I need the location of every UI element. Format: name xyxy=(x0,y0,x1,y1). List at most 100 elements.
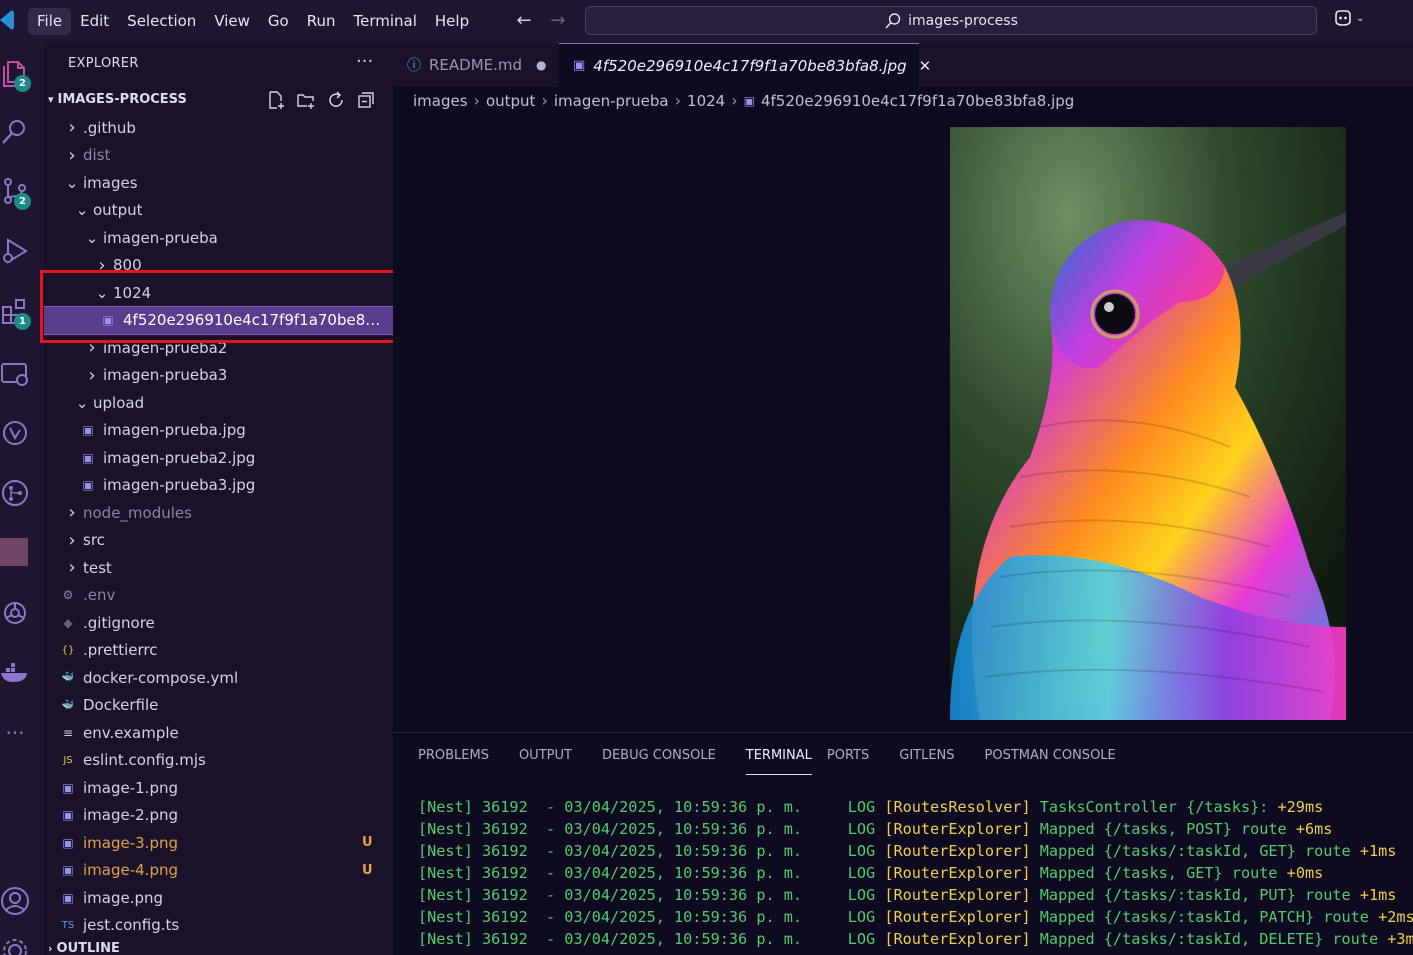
chevron-down-icon: ▾ xyxy=(48,93,54,106)
menu-selection[interactable]: Selection xyxy=(118,8,205,35)
manage-gear-icon[interactable] xyxy=(0,936,30,955)
tree-item-label: .env xyxy=(83,586,116,605)
tree-file[interactable]: ▣ imagen-prueba.jpg xyxy=(44,417,393,445)
run-debug-icon[interactable] xyxy=(0,236,30,266)
breadcrumb-item[interactable]: 4f520e296910e4c17f9f1a70be83bfa8.jpg xyxy=(761,92,1074,110)
tree-folder[interactable]: › .github xyxy=(44,114,393,142)
javascript-file-icon: JS xyxy=(63,754,73,766)
tree-folder[interactable]: › imagen-prueba3 xyxy=(44,362,393,390)
image-file-icon: ▣ xyxy=(62,808,74,823)
tree-folder[interactable]: ⌄ images xyxy=(44,169,393,197)
tree-item-label: image-2.png xyxy=(83,806,178,825)
breadcrumb-item[interactable]: output xyxy=(486,92,535,110)
terminal-ctx: [RoutesResolver] xyxy=(884,798,1040,816)
breadcrumb-separator-icon: › xyxy=(473,91,480,110)
terminal-prefix: [Nest] 36192 - 03/04/2025, 10:59:36 p. m… xyxy=(418,798,885,816)
close-tab-icon[interactable]: ✕ xyxy=(919,57,932,75)
unsaved-dot-icon: ● xyxy=(536,58,547,72)
tree-folder[interactable]: › dist xyxy=(44,142,393,170)
collapse-all-icon[interactable] xyxy=(356,90,376,110)
breadcrumb-item[interactable]: 1024 xyxy=(687,92,725,110)
image-file-icon: ▣ xyxy=(743,93,755,108)
tree-file[interactable]: ▣ image-2.png xyxy=(44,802,393,830)
copilot-button[interactable]: ⌄ xyxy=(1333,9,1364,27)
menu-view[interactable]: View xyxy=(205,8,259,35)
tree-file[interactable]: ▣ imagen-prueba3.jpg xyxy=(44,472,393,500)
accounts-icon[interactable] xyxy=(0,886,30,916)
tree-folder[interactable]: › 800 xyxy=(44,252,393,280)
terminal-ctx: [RouterExplorer] xyxy=(884,842,1040,860)
terminal-ctx: [RouterExplorer] xyxy=(884,886,1040,904)
tree-folder[interactable]: › test xyxy=(44,554,393,582)
image-file-icon: ▣ xyxy=(62,835,74,850)
panel-tab-postman-console[interactable]: POSTMAN CONSOLE xyxy=(985,747,1131,775)
new-folder-icon[interactable] xyxy=(296,90,316,110)
tree-file[interactable]: ▣ 4f520e296910e4c17f9f1a70be83bfa8.jpg xyxy=(44,305,393,335)
breadcrumb-item[interactable]: imagen-prueba xyxy=(554,92,669,110)
source-control-icon[interactable]: 2 xyxy=(0,176,31,210)
menu-file[interactable]: File xyxy=(28,8,72,35)
panel-tab-debug-console[interactable]: DEBUG CONSOLE xyxy=(602,747,731,775)
tree-folder[interactable]: › src xyxy=(44,527,393,555)
tree-file[interactable]: ▣ image.png xyxy=(44,884,393,912)
menu-terminal[interactable]: Terminal xyxy=(345,8,426,35)
tree-folder[interactable]: › node_modules xyxy=(44,499,393,527)
terminal-prefix: [Nest] 36192 - 03/04/2025, 10:59:36 p. m… xyxy=(418,842,885,860)
vscode-logo-icon xyxy=(0,10,14,30)
tree-file[interactable]: 🐳 Dockerfile xyxy=(44,692,393,720)
tab-readme[interactable]: ⓘ README.md ● xyxy=(393,43,559,87)
tree-file[interactable]: {} .prettierrc xyxy=(44,637,393,665)
panel-tab-terminal[interactable]: TERMINAL xyxy=(745,747,812,775)
panel-tab-problems[interactable]: PROBLEMS xyxy=(418,747,504,775)
tree-folder[interactable]: ⌄ 1024 xyxy=(44,279,393,307)
tree-file[interactable]: JS eslint.config.mjs xyxy=(44,747,393,775)
refresh-icon[interactable] xyxy=(326,90,346,110)
explorer-more-actions-icon[interactable]: ··· xyxy=(356,51,373,72)
tree-file[interactable]: ≡ env.example xyxy=(44,719,393,747)
extension-square-icon[interactable] xyxy=(0,538,28,566)
tree-file[interactable]: ▣ image-1.png xyxy=(44,774,393,802)
menu-go[interactable]: Go xyxy=(259,8,298,35)
more-icon[interactable]: ··· xyxy=(0,718,30,748)
git-icon: ◆ xyxy=(63,615,73,630)
tree-file[interactable]: ▣ image-3.png U xyxy=(44,829,393,857)
menu-help[interactable]: Help xyxy=(426,8,478,35)
back-arrow-icon[interactable]: ← xyxy=(514,10,534,31)
panel-tab-gitlens[interactable]: GITLENS xyxy=(899,747,969,775)
gitlens-icon[interactable] xyxy=(0,478,30,508)
tree-item-label: eslint.config.mjs xyxy=(83,751,206,770)
breadcrumb-item[interactable]: images xyxy=(413,92,468,110)
tree-folder[interactable]: ⌄ imagen-prueba xyxy=(44,224,393,252)
panel-tab-output[interactable]: OUTPUT xyxy=(519,747,587,775)
panel-tab-ports[interactable]: PORTS xyxy=(827,747,884,775)
tree-folder[interactable]: ⌄ upload xyxy=(44,389,393,417)
tree-folder[interactable]: › imagen-prueba2 xyxy=(44,334,393,362)
tab-image[interactable]: ▣ 4f520e296910e4c17f9f1a70be83bfa8.jpg ✕ xyxy=(559,43,931,87)
panel-tabs: PROBLEMS OUTPUT DEBUG CONSOLE TERMINAL PORTS… xyxy=(418,747,1146,775)
outline-section-header[interactable]: › OUTLINE xyxy=(48,941,120,955)
explorer-icon[interactable]: 2 xyxy=(0,58,31,92)
terminal-msg: Mapped {/tasks/:taskId, GET} route xyxy=(1039,842,1351,860)
tree-folder[interactable]: ⌄ output xyxy=(44,197,393,225)
tree-file[interactable]: ◆ .gitignore xyxy=(44,609,393,637)
workspace-section-header[interactable]: ▾ IMAGES-PROCESS xyxy=(48,92,187,107)
tree-file[interactable]: ▣ imagen-prueba2.jpg xyxy=(44,444,393,472)
extensions-icon[interactable]: 1 xyxy=(0,296,31,330)
openai-icon[interactable] xyxy=(0,598,30,628)
terminal-output[interactable]: [Nest] 36192 - 03/04/2025, 10:59:36 p. m… xyxy=(418,796,1413,950)
tree-file[interactable]: ⚙ .env xyxy=(44,582,393,610)
remote-explorer-icon[interactable] xyxy=(0,358,30,388)
new-file-icon[interactable] xyxy=(266,90,286,110)
menu-edit[interactable]: Edit xyxy=(71,8,118,35)
tree-file[interactable]: TS jest.config.ts xyxy=(44,912,393,940)
tree-file[interactable]: ▣ image-4.png U xyxy=(44,857,393,885)
search-icon[interactable] xyxy=(0,116,30,146)
menu-run[interactable]: Run xyxy=(298,8,345,35)
forward-arrow-icon[interactable]: → xyxy=(548,10,568,31)
testing-icon[interactable] xyxy=(0,418,30,448)
chevron-right-icon: › xyxy=(68,557,76,579)
terminal-prefix: [Nest] 36192 - 03/04/2025, 10:59:36 p. m… xyxy=(418,820,885,838)
docker-icon[interactable] xyxy=(0,658,30,688)
tree-file[interactable]: 🐳 docker-compose.yml xyxy=(44,664,393,692)
command-center-search[interactable]: images-process xyxy=(585,6,1317,35)
